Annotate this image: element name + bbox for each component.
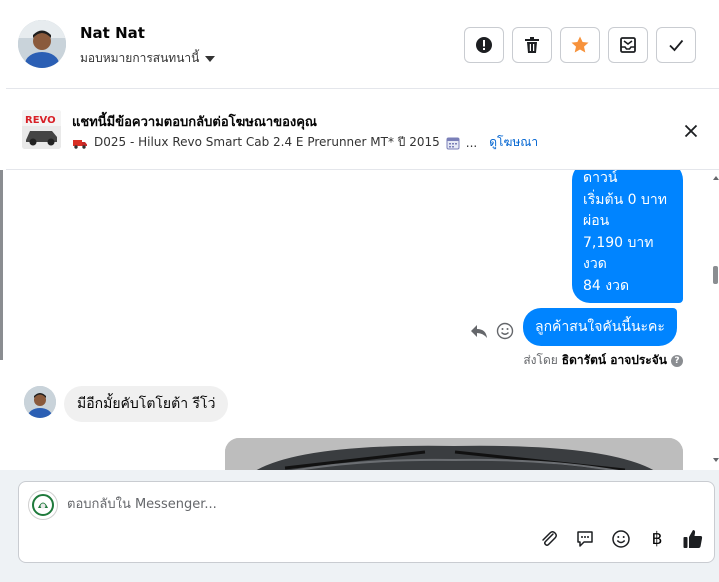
delete-button[interactable] [512, 27, 552, 63]
ad-banner-title: แชทนี้มีข้อความตอบกลับต่อโฆษณาของคุณ [72, 115, 317, 130]
reply-composer: ฿ [18, 481, 715, 563]
done-button[interactable] [656, 27, 696, 63]
ad-thumb-logo-text: REVO [25, 115, 56, 126]
message-line: 84 งวด [583, 277, 630, 294]
contact-avatar[interactable] [18, 20, 66, 68]
sent-by-label: ส่งโดย ธิดารัตน์ อาจประจัน ? [523, 351, 683, 370]
header-actions [464, 27, 696, 63]
ad-subtitle-row: D025 - Hilux Revo Smart Cab 2.4 E Prerun… [72, 133, 538, 152]
check-icon [669, 39, 684, 52]
report-icon [476, 37, 492, 53]
emoji-button[interactable] [610, 528, 632, 550]
reply-icon[interactable] [470, 323, 488, 339]
message-line: 7,190 บาท [583, 234, 654, 251]
thumbs-up-icon [683, 530, 703, 548]
attach-button[interactable] [538, 528, 560, 550]
chat-bubble-icon [577, 531, 593, 547]
message-hover-actions [470, 322, 514, 340]
mark-unread-icon [620, 37, 636, 53]
left-panel-edge [0, 170, 3, 360]
message-line: งวด [583, 256, 607, 272]
view-ad-link[interactable]: ดูโฆษณา [489, 133, 538, 152]
payment-button[interactable]: ฿ [646, 528, 668, 550]
contact-avatar-small[interactable] [24, 386, 56, 418]
star-button[interactable] [560, 27, 600, 63]
report-button[interactable] [464, 27, 504, 63]
baht-icon: ฿ [651, 529, 663, 549]
ad-reply-banner: REVO แชทนี้มีข้อความตอบกลับต่อโฆษณาของคุ… [6, 89, 719, 170]
react-smiley-icon[interactable] [496, 322, 514, 340]
conversation-header: Nat Nat มอบหมายการสนทนานี้ [6, 0, 719, 89]
saved-replies-button[interactable] [574, 528, 596, 550]
close-banner-button[interactable] [681, 121, 701, 141]
composer-toolbar: ฿ [538, 528, 704, 550]
message-line: ผ่อน [583, 213, 610, 229]
trash-icon [525, 37, 539, 53]
incoming-message-bubble[interactable]: มีอีกมั้ยคับโตโยต้า รีโว่ [64, 386, 229, 422]
paperclip-icon [542, 531, 557, 546]
assign-label: มอบหมายการสนทนานี้ [80, 51, 200, 65]
mark-unread-button[interactable] [608, 27, 648, 63]
smiley-icon [612, 530, 630, 548]
message-line: ดาวน์ [583, 170, 618, 186]
outgoing-message-bubble[interactable]: ดาวน์ เริ่มต้น 0 บาท ผ่อน 7,190 บาท งวด … [572, 170, 683, 303]
assign-conversation-dropdown[interactable]: มอบหมายการสนทนานี้ [80, 49, 216, 68]
sent-by-prefix: ส่งโดย [523, 353, 558, 367]
ad-subtitle-ellipsis: ... [465, 135, 478, 150]
caret-down-icon [205, 55, 216, 62]
close-icon [684, 124, 698, 138]
composer-area: ฿ [0, 470, 719, 582]
ad-subtitle: D025 - Hilux Revo Smart Cab 2.4 E Prerun… [94, 135, 440, 149]
like-button[interactable] [682, 528, 704, 550]
calendar-icon [446, 137, 460, 149]
ad-thumbnail[interactable]: REVO [22, 110, 61, 149]
star-icon [571, 36, 589, 53]
page-avatar [28, 490, 58, 520]
contact-name: Nat Nat [80, 24, 145, 42]
sent-by-name: ธิดารัตน์ อาจประจัน [561, 353, 667, 367]
incoming-photo-attachment[interactable] [225, 438, 683, 470]
help-icon[interactable]: ? [671, 354, 683, 367]
outgoing-message-bubble-short[interactable]: ลูกค้าสนใจคันนี้นะคะ [523, 308, 677, 346]
message-line: เริ่มต้น 0 บาท [583, 191, 667, 208]
thread-scrollbar[interactable] [712, 170, 719, 470]
truck-icon [73, 139, 87, 149]
message-thread[interactable]: ดาวน์ เริ่มต้น 0 บาท ผ่อน 7,190 บาท งวด … [6, 170, 712, 470]
reply-input[interactable] [67, 493, 567, 515]
